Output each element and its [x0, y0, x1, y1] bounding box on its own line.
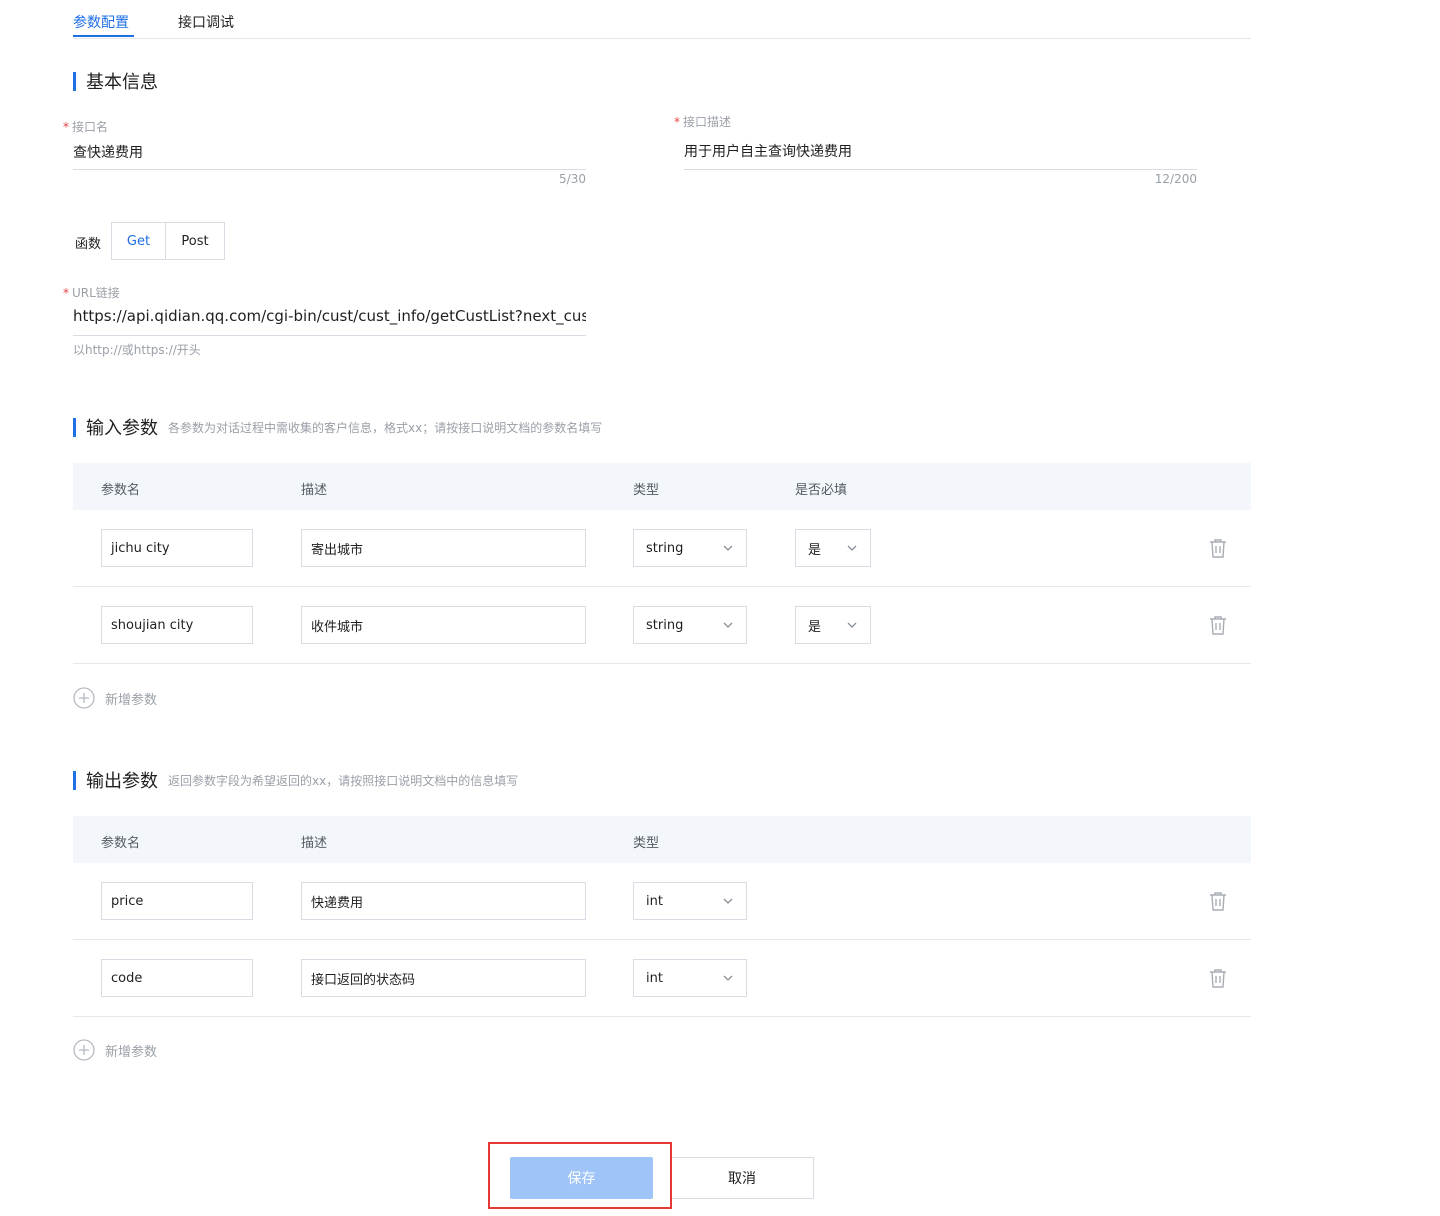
function-label: 函数	[75, 237, 102, 252]
chevron-down-icon	[723, 545, 733, 551]
func-get-button[interactable]: Get	[111, 222, 166, 260]
select-value: string	[646, 617, 684, 633]
required-mark: *	[63, 286, 69, 300]
section-output-params: 输出参数 返回参数字段为希望返回的xx，请按照接口说明文档中的信息填写	[73, 769, 519, 792]
input-params-table: 参数名 描述 类型 是否必填 jichu city 寄出城市 string 是 …	[73, 463, 1251, 664]
tab-bar: 参数配置 接口调试	[73, 0, 1251, 39]
trash-icon[interactable]	[1209, 891, 1227, 911]
section-basic-info: 基本信息	[73, 70, 158, 93]
trash-icon[interactable]	[1209, 968, 1227, 988]
select-value: string	[646, 540, 684, 556]
api-name-underline	[73, 169, 586, 170]
select-value: 是	[808, 542, 822, 558]
param-type-select[interactable]: int	[633, 959, 747, 997]
url-input[interactable]: https://api.qidian.qq.com/cgi-bin/cust/c…	[73, 307, 586, 325]
api-name-counter: 5/30	[559, 172, 586, 186]
url-underline	[73, 335, 586, 336]
output-params-table: 参数名 描述 类型 price 快递费用 int code 接口返回的状态码 i…	[73, 816, 1251, 1017]
func-post-button[interactable]: Post	[165, 222, 225, 260]
cancel-button[interactable]: 取消	[670, 1157, 814, 1199]
param-desc-input[interactable]: 寄出城市	[301, 529, 586, 567]
chevron-down-icon	[847, 545, 857, 551]
param-type-select[interactable]: int	[633, 882, 747, 920]
plus-circle-icon	[73, 687, 95, 709]
param-type-select[interactable]: string	[633, 606, 747, 644]
add-output-param-button[interactable]: 新增参数	[73, 1039, 157, 1061]
api-desc-underline	[684, 169, 1197, 170]
url-label: * URL链接	[63, 286, 120, 300]
header-desc: 描述	[301, 483, 328, 498]
chevron-down-icon	[723, 975, 733, 981]
param-name-input[interactable]: shoujian city	[101, 606, 253, 644]
add-param-label: 新增参数	[105, 692, 158, 708]
section-input-params: 输入参数 各参数为对话过程中需收集的客户信息，格式xx；请按接口说明文档的参数名…	[73, 416, 603, 439]
section-title: 基本信息	[86, 72, 158, 93]
param-name-input[interactable]: price	[101, 882, 253, 920]
param-desc-input[interactable]: 快递费用	[301, 882, 586, 920]
required-mark: *	[63, 120, 69, 134]
api-desc-counter: 12/200	[1154, 172, 1197, 186]
param-desc-input[interactable]: 收件城市	[301, 606, 586, 644]
required-mark: *	[674, 115, 680, 129]
select-value: int	[646, 893, 663, 909]
table-row: shoujian city 收件城市 string 是	[73, 587, 1251, 664]
section-title: 输出参数	[86, 771, 158, 792]
table-row: price 快递费用 int	[73, 863, 1251, 940]
param-type-select[interactable]: string	[633, 529, 747, 567]
param-name-input[interactable]: code	[101, 959, 253, 997]
section-hint: 各参数为对话过程中需收集的客户信息，格式xx；请按接口说明文档的参数名填写	[168, 420, 603, 435]
section-hint: 返回参数字段为希望返回的xx，请按照接口说明文档中的信息填写	[168, 773, 519, 788]
add-param-label: 新增参数	[105, 1044, 158, 1060]
header-required: 是否必填	[795, 483, 848, 498]
add-input-param-button[interactable]: 新增参数	[73, 687, 157, 709]
param-name-input[interactable]: jichu city	[101, 529, 253, 567]
table-row: code 接口返回的状态码 int	[73, 940, 1251, 1017]
api-desc-label: * 接口描述	[674, 115, 732, 129]
select-value: int	[646, 970, 663, 986]
api-desc-input[interactable]: 用于用户自主查询快递费用	[684, 141, 1197, 161]
section-marker	[73, 71, 76, 91]
header-desc: 描述	[301, 836, 328, 851]
chevron-down-icon	[723, 622, 733, 628]
tab-param-config[interactable]: 参数配置	[73, 12, 129, 32]
plus-circle-icon	[73, 1039, 95, 1061]
header-param-name: 参数名	[101, 836, 141, 851]
table-header: 参数名 描述 类型	[73, 816, 1251, 863]
chevron-down-icon	[847, 622, 857, 628]
save-button[interactable]: 保存	[510, 1157, 653, 1199]
url-hint: 以http://或https://开头	[73, 343, 201, 357]
section-marker	[73, 770, 76, 790]
header-param-name: 参数名	[101, 483, 141, 498]
param-required-select[interactable]: 是	[795, 606, 871, 644]
header-type: 类型	[633, 483, 660, 498]
tab-api-debug[interactable]: 接口调试	[178, 12, 234, 32]
select-value: 是	[808, 619, 822, 635]
section-marker	[73, 417, 76, 437]
table-row: jichu city 寄出城市 string 是	[73, 510, 1251, 587]
trash-icon[interactable]	[1209, 615, 1227, 635]
header-type: 类型	[633, 836, 660, 851]
param-desc-input[interactable]: 接口返回的状态码	[301, 959, 586, 997]
active-tab-indicator	[73, 35, 134, 37]
param-required-select[interactable]: 是	[795, 529, 871, 567]
section-title: 输入参数	[86, 418, 158, 439]
api-name-label: * 接口名	[63, 120, 109, 134]
trash-icon[interactable]	[1209, 538, 1227, 558]
table-header: 参数名 描述 类型 是否必填	[73, 463, 1251, 510]
api-name-input[interactable]: 查快递费用	[73, 142, 586, 162]
chevron-down-icon	[723, 898, 733, 904]
